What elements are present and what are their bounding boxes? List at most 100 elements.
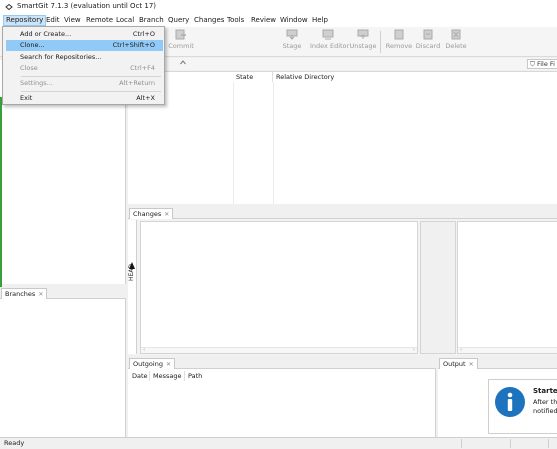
menu-remote[interactable]: Remote — [84, 15, 115, 26]
menu-item-label: Settings... — [20, 79, 53, 87]
menu-repository[interactable]: Repository — [3, 15, 47, 26]
horizontal-scrollbar[interactable]: ‹ › — [141, 347, 417, 353]
files-table[interactable] — [128, 71, 557, 204]
index-editor-button[interactable]: Index Editor — [310, 29, 350, 55]
commit-icon — [175, 29, 186, 40]
tab-output-label: Output — [443, 360, 466, 368]
notification-text: After the notified a — [533, 398, 557, 416]
stage-label: Stage — [282, 42, 302, 50]
horizontal-scrollbar[interactable]: ‹ — [458, 347, 557, 353]
menu-separator — [21, 76, 161, 77]
close-icon[interactable]: ✕ — [469, 361, 474, 368]
file-filter-field[interactable]: ⛉ File Fi — [527, 59, 557, 69]
notification-line: After the — [533, 398, 557, 406]
menu-edit[interactable]: Edit — [44, 15, 62, 26]
status-bar: Ready — [0, 437, 557, 449]
branches-header: Branches ✕ — [0, 287, 126, 299]
column-divider — [233, 82, 234, 204]
menu-item-label: Add or Create... — [20, 30, 72, 38]
status-text: Ready — [4, 439, 25, 447]
column-date[interactable]: Date — [129, 371, 150, 381]
discard-button[interactable]: Discard — [413, 29, 443, 55]
close-icon[interactable]: ✕ — [38, 291, 43, 298]
tab-changes[interactable]: Changes ✕ — [129, 208, 174, 219]
smartgit-icon — [5, 4, 13, 10]
menu-separator — [21, 91, 161, 92]
remove-label: Remove — [385, 42, 413, 50]
menu-view[interactable]: View — [62, 15, 83, 26]
menu-branch[interactable]: Branch — [137, 15, 166, 26]
stage-icon — [286, 29, 298, 40]
column-state[interactable]: State — [233, 72, 273, 82]
title-bar: SmartGit 7.1.3 (evaluation until Oct 17) — [0, 0, 557, 14]
index-editor-label: Index Editor — [310, 42, 350, 50]
close-icon[interactable]: ✕ — [164, 211, 169, 218]
diff-gutter — [420, 221, 456, 354]
menu-help[interactable]: Help — [310, 15, 330, 26]
remove-button[interactable]: Remove — [384, 29, 414, 55]
menu-item-search-for-repositories[interactable]: Search for Repositories... — [6, 52, 163, 63]
menu-item-shortcut: Ctrl+Shift+O — [112, 41, 155, 49]
column-path[interactable]: Path — [185, 371, 435, 381]
tab-branches[interactable]: Branches ✕ — [1, 288, 48, 299]
menu-item-shortcut: Ctrl+F4 — [130, 64, 155, 72]
tab-changes-label: Changes — [133, 210, 162, 218]
menu-item-add-or-create[interactable]: Add or Create... Ctrl+O — [6, 29, 163, 40]
notification-line: notified a — [533, 407, 557, 415]
column-relative-directory[interactable]: Relative Directory — [273, 72, 393, 82]
delete-label: Delete — [445, 42, 467, 50]
menu-item-exit[interactable]: Exit Alt+X — [6, 93, 163, 104]
menu-item-shortcut: Alt+X — [136, 94, 155, 102]
output-header: Output ✕ — [438, 357, 557, 369]
delete-icon — [451, 29, 461, 40]
menu-item-settings[interactable]: Settings... Alt+Return — [6, 78, 163, 89]
file-filter-label: File Fi — [536, 60, 555, 68]
chevron-up-icon[interactable] — [180, 60, 186, 65]
scroll-left-icon[interactable]: ‹ — [460, 347, 462, 353]
scroll-right-icon[interactable]: › — [413, 347, 415, 353]
repository-menu: Add or Create... Ctrl+O Clone... Ctrl+Sh… — [2, 26, 165, 105]
funnel-icon: ⛉ — [530, 60, 535, 68]
head-label: HEAD — [128, 264, 135, 282]
changes-header: Changes ✕ — [128, 207, 557, 219]
diff-left-pane[interactable]: ‹ › — [140, 221, 418, 354]
menu-query[interactable]: Query — [166, 15, 191, 26]
commit-button[interactable]: Commit — [166, 29, 196, 55]
outgoing-header: Outgoing ✕ — [128, 357, 436, 369]
menu-tools[interactable]: Tools — [225, 15, 246, 26]
menu-changes[interactable]: Changes — [192, 15, 226, 26]
files-filter-row — [128, 58, 557, 70]
menu-item-shortcut: Alt+Return — [119, 79, 155, 87]
index-editor-icon — [322, 29, 334, 40]
menu-item-close[interactable]: Close Ctrl+F4 — [6, 63, 163, 74]
status-divider — [548, 439, 549, 448]
notification-title: Started — [533, 387, 557, 395]
window-title: SmartGit 7.1.3 (evaluation until Oct 17) — [17, 2, 157, 10]
unstage-icon — [357, 29, 369, 39]
menu-item-label: Clone... — [20, 41, 45, 49]
stage-button[interactable]: Stage — [277, 29, 307, 55]
menu-review[interactable]: Review — [249, 15, 278, 26]
column-divider — [273, 82, 274, 204]
tab-output[interactable]: Output ✕ — [439, 358, 478, 369]
status-divider — [461, 439, 462, 448]
tab-outgoing[interactable]: Outgoing ✕ — [129, 358, 175, 369]
tab-branches-label: Branches — [5, 290, 36, 298]
menu-item-label: Search for Repositories... — [20, 53, 102, 61]
menu-item-clone[interactable]: Clone... Ctrl+Shift+O — [6, 40, 163, 51]
head-strip — [128, 220, 137, 354]
menu-window[interactable]: Window — [278, 15, 310, 26]
discard-icon — [423, 29, 433, 40]
unstage-button[interactable]: Unstage — [348, 29, 378, 55]
column-message[interactable]: Message — [150, 371, 185, 381]
menu-item-label: Exit — [20, 94, 33, 102]
unstage-label: Unstage — [349, 42, 377, 50]
diff-right-pane[interactable]: ‹ — [457, 221, 557, 354]
close-icon[interactable]: ✕ — [166, 361, 171, 368]
branches-panel[interactable] — [0, 299, 126, 437]
scroll-left-icon[interactable]: ‹ — [143, 347, 145, 353]
menu-local[interactable]: Local — [114, 15, 136, 26]
menu-item-shortcut: Ctrl+O — [132, 30, 155, 38]
delete-button[interactable]: Delete — [441, 29, 471, 55]
info-icon — [495, 387, 525, 417]
